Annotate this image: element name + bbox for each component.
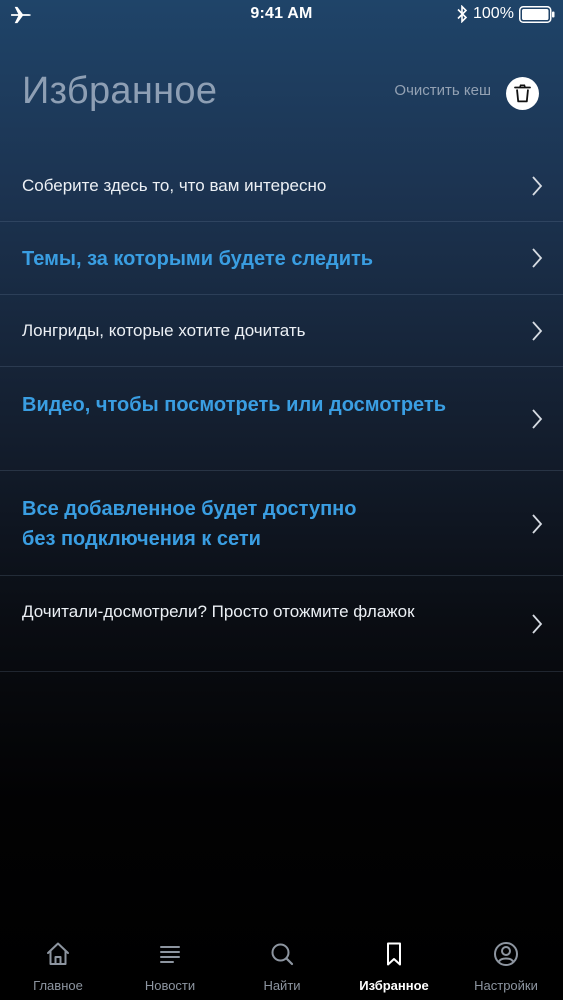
tab-favorites[interactable]: Избранное (338, 930, 450, 1000)
tab-label: Настройки (474, 978, 538, 993)
list-item-text: Темы, за которыми будете следить (22, 248, 374, 270)
list-item[interactable]: Дочитали-досмотрели? Просто отожмите фла… (0, 576, 563, 672)
profile-icon (494, 942, 518, 966)
list-item[interactable]: Лонгриды, которые хотите дочитать (0, 295, 563, 367)
tab-label: Главное (33, 978, 83, 993)
chevron-right-icon (532, 321, 543, 341)
status-bar: 9:41 AM 100% (0, 0, 563, 30)
battery-icon (519, 6, 555, 23)
clear-cache-button[interactable] (506, 77, 539, 110)
list-item-text: Видео, чтобы посмотреть или досмотреть (22, 394, 446, 416)
list-item[interactable]: Все добавленное будет доступно без подкл… (0, 471, 563, 576)
favorites-screen: 9:41 AM 100% Избранное Очистить кеш Собе… (0, 0, 563, 1000)
tab-label: Найти (263, 978, 301, 993)
chevron-right-icon (532, 409, 543, 429)
list-item[interactable]: Видео, чтобы посмотреть или досмотреть (0, 367, 563, 471)
list-item-text: Дочитали-досмотрели? Просто отожмите фла… (22, 602, 415, 621)
chevron-right-icon (532, 514, 543, 534)
list-item[interactable]: Соберите здесь то, что вам интересно (0, 150, 563, 222)
list-item-text: Соберите здесь то, что вам интересно (22, 176, 327, 195)
page-title: Избранное (22, 70, 218, 112)
chevron-right-icon (532, 248, 543, 268)
list-icon (160, 946, 180, 963)
list-item-text: Все добавленное будет доступно без подкл… (22, 498, 357, 550)
battery-percent: 100% (473, 5, 514, 22)
home-icon (47, 942, 69, 965)
trash-icon (514, 84, 531, 103)
chevron-right-icon (532, 614, 543, 634)
favorites-info-list: Соберите здесь то, что вам интересно Тем… (0, 150, 563, 672)
bluetooth-icon (457, 5, 468, 23)
tab-home[interactable]: Главное (2, 930, 114, 1000)
tab-search[interactable]: Найти (226, 930, 338, 1000)
chevron-right-icon (532, 176, 543, 196)
search-icon (271, 943, 294, 966)
bookmark-icon (387, 942, 401, 966)
tab-news[interactable]: Новости (114, 930, 226, 1000)
clear-cache-label[interactable]: Очистить кеш (394, 82, 491, 99)
bottom-tab-bar: Главное Новости Найти Избранное Настройк… (0, 930, 563, 1000)
list-item-text: Лонгриды, которые хотите дочитать (22, 321, 306, 340)
list-item[interactable]: Темы, за которыми будете следить (0, 222, 563, 295)
tab-settings[interactable]: Настройки (450, 930, 562, 1000)
tab-label: Новости (144, 978, 196, 993)
tab-label: Избранное (359, 978, 429, 993)
